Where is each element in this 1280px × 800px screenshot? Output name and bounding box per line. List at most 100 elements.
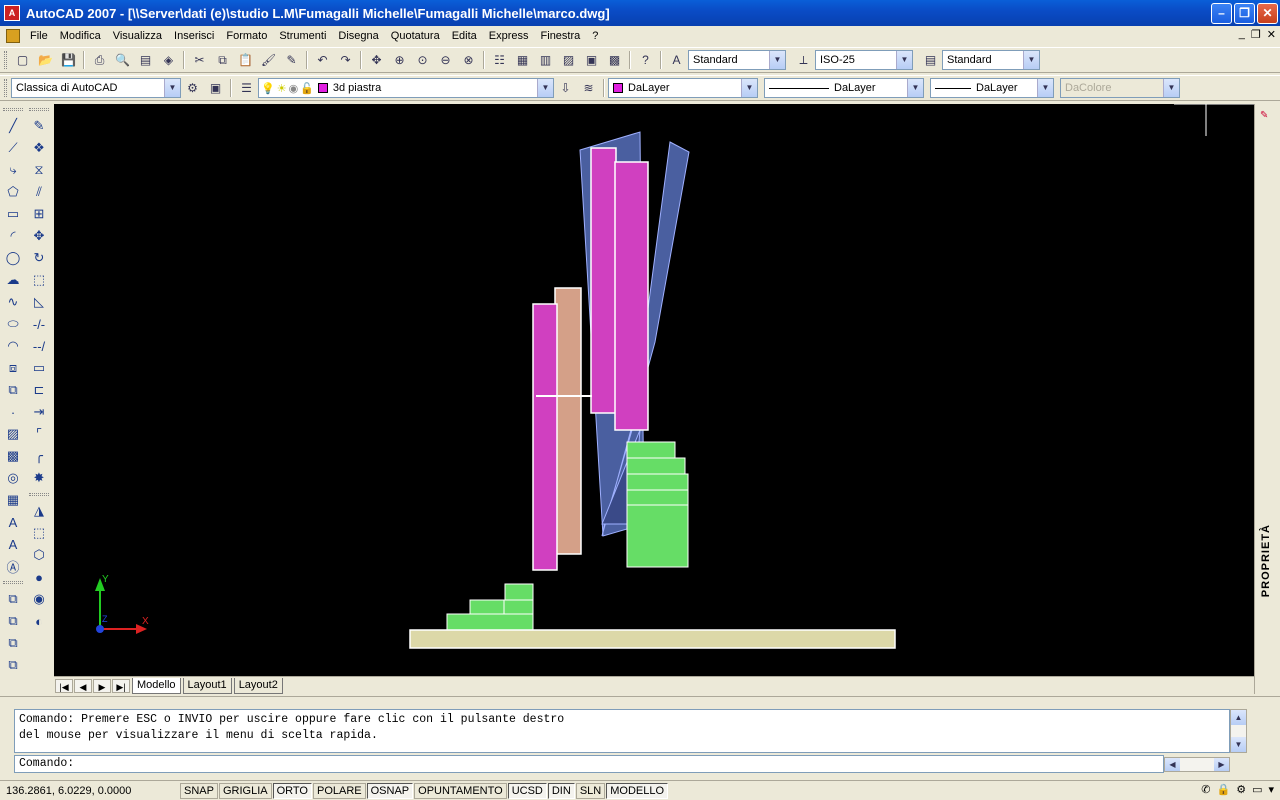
menu-inserisci[interactable]: Inserisci — [168, 26, 220, 46]
dim-style-combo[interactable]: ISO-25 ▼ — [815, 50, 913, 70]
3d-wedge-icon[interactable]: ⬡ — [28, 544, 50, 566]
pan-icon[interactable]: ✥ — [365, 49, 388, 71]
markup-icon[interactable]: ▣ — [580, 49, 603, 71]
polyline-icon[interactable]: ⤷ — [2, 159, 24, 181]
toolbar-grip[interactable] — [3, 108, 23, 111]
sheet-set-icon[interactable]: ▨ — [557, 49, 580, 71]
toolbar-grip[interactable] — [3, 581, 23, 584]
copy-object-icon[interactable]: ❖ — [28, 137, 50, 159]
layer-on-icon[interactable]: 💡 — [261, 82, 275, 95]
new-icon[interactable]: ▢ — [11, 49, 34, 71]
status-opuntamento[interactable]: OPUNTAMENTO — [414, 782, 507, 799]
chevron-down-icon[interactable]: ▼ — [896, 51, 912, 69]
paste-icon[interactable]: 📋 — [234, 49, 257, 71]
menu-finestra[interactable]: Finestra — [535, 26, 587, 46]
break-at-point-icon[interactable]: ▭ — [28, 357, 50, 379]
ellipse-icon[interactable]: ⬭ — [2, 313, 24, 335]
scroll-left-icon[interactable]: ◀ — [1165, 758, 1180, 771]
table-style-combo[interactable]: Standard ▼ — [942, 50, 1040, 70]
doc-minimize-icon[interactable]: _ — [1239, 28, 1245, 41]
rectangle-icon[interactable]: ▭ — [2, 203, 24, 225]
status-sln[interactable]: SLN — [575, 782, 606, 799]
make-layer-current-icon[interactable]: ⇩ — [554, 77, 577, 99]
design-center-icon[interactable]: ▦ — [511, 49, 534, 71]
chevron-down-icon[interactable]: ▼ — [769, 51, 785, 69]
tool-palettes-icon[interactable]: ▥ — [534, 49, 557, 71]
break-icon[interactable]: ⊏ — [28, 379, 50, 401]
coordinate-readout[interactable]: 136.2861, 6.0229, 0.0000 — [0, 785, 180, 797]
workspace-settings-icon[interactable]: ⚙ — [181, 77, 204, 99]
match-properties-icon[interactable]: 🖌 — [257, 49, 280, 71]
rotate-icon[interactable]: ↻ — [28, 247, 50, 269]
tab-layout1[interactable]: Layout1 — [182, 677, 232, 694]
extend-icon[interactable]: --/ — [28, 335, 50, 357]
maximize-button[interactable]: ❐ — [1234, 3, 1255, 24]
status-ucsd[interactable]: UCSD — [507, 782, 547, 799]
toolbar-grip[interactable] — [29, 493, 49, 496]
menu-quotatura[interactable]: Quotatura — [385, 26, 446, 46]
document-icon[interactable] — [6, 29, 20, 43]
menu-formato[interactable]: Formato — [220, 26, 273, 46]
command-input[interactable]: Comando: — [14, 755, 1164, 773]
array-icon[interactable]: ⊞ — [28, 203, 50, 225]
workspace-combo[interactable]: Classica di AutoCAD ▼ — [11, 78, 181, 98]
preview-icon[interactable]: 🔍 — [111, 49, 134, 71]
text-icon[interactable]: A — [2, 533, 24, 555]
lock-icon[interactable]: 🔒 — [1216, 783, 1230, 796]
linetype-combo[interactable]: DaLayer ▼ — [764, 78, 924, 98]
scroll-right-icon[interactable]: ▶ — [1214, 758, 1229, 771]
open-icon[interactable]: 📂 — [34, 49, 57, 71]
text-style-combo[interactable]: Standard ▼ — [688, 50, 786, 70]
lineweight-combo[interactable]: DaLayer ▼ — [930, 78, 1054, 98]
spline-icon[interactable]: ∿ — [2, 291, 24, 313]
status-menu-icon[interactable]: ▾ — [1268, 783, 1274, 796]
mirror-icon[interactable]: ⧖ — [28, 159, 50, 181]
chevron-down-icon[interactable]: ▼ — [1023, 51, 1039, 69]
draw-order-front-icon[interactable]: ⧉ — [2, 588, 24, 610]
line-icon[interactable]: ╱ — [2, 115, 24, 137]
dim-style-icon[interactable]: ⟂ — [792, 49, 815, 71]
chevron-down-icon[interactable]: ▼ — [537, 79, 553, 97]
publish-icon[interactable]: ▤ — [134, 49, 157, 71]
multiline-text-icon[interactable]: A — [2, 511, 24, 533]
cut-icon[interactable]: ✂ — [188, 49, 211, 71]
layer-thaw-icon[interactable]: ☀ — [277, 82, 287, 95]
menu-help[interactable]: ? — [586, 26, 604, 46]
autocad-app-icon[interactable]: A — [4, 5, 20, 21]
workspace-save-icon[interactable]: ▣ — [204, 77, 227, 99]
toolbar-grip[interactable] — [29, 108, 49, 111]
move-icon[interactable]: ✥ — [28, 225, 50, 247]
layer-combo[interactable]: 💡 ☀ ◉ 🔓 3d piastra ▼ — [258, 78, 554, 98]
color-combo[interactable]: DaLayer ▼ — [608, 78, 758, 98]
layer-viewport-icon[interactable]: ◉ — [289, 82, 299, 95]
first-tab-icon[interactable]: |◀ — [55, 678, 73, 693]
menu-express[interactable]: Express — [483, 26, 535, 46]
explode-icon[interactable]: ✸ — [28, 467, 50, 489]
next-tab-icon[interactable]: ▶ — [93, 678, 111, 693]
insert-block-icon[interactable]: ⧈ — [2, 357, 24, 379]
zoom-window-icon[interactable]: ⊙ — [411, 49, 434, 71]
layer-previous-icon[interactable]: ≋ — [577, 77, 600, 99]
properties-palette[interactable]: ✎ PROPRIETÀ — [1254, 104, 1280, 694]
edit-text-icon[interactable]: Ⓐ — [2, 555, 24, 577]
command-scrollbar[interactable]: ▲ ▼ — [1230, 709, 1247, 753]
make-block-icon[interactable]: ⧉ — [2, 379, 24, 401]
chevron-down-icon[interactable]: ▼ — [1037, 79, 1053, 97]
render-sphere-icon[interactable]: ● — [28, 566, 50, 588]
scroll-up-icon[interactable]: ▲ — [1231, 710, 1246, 725]
toolbar-grip[interactable] — [4, 79, 7, 97]
point-icon[interactable]: · — [2, 401, 24, 423]
menu-modifica[interactable]: Modifica — [54, 26, 107, 46]
layer-manager-icon[interactable]: ☰ — [235, 77, 258, 99]
trim-icon[interactable]: -/- — [28, 313, 50, 335]
circle-icon[interactable]: ◯ — [2, 247, 24, 269]
draw-order-back-icon[interactable]: ⧉ — [2, 610, 24, 632]
redo-icon[interactable]: ↷ — [334, 49, 357, 71]
doc-close-icon[interactable]: ✕ — [1267, 28, 1276, 41]
menu-strumenti[interactable]: Strumenti — [273, 26, 332, 46]
hatch-icon[interactable]: ▨ — [2, 423, 24, 445]
fillet-icon[interactable]: ╭ — [28, 445, 50, 467]
doc-restore-icon[interactable]: ❐ — [1251, 28, 1261, 41]
construction-line-icon[interactable]: ⟋ — [2, 137, 24, 159]
tray-settings-icon[interactable]: ⚙ — [1236, 783, 1246, 796]
